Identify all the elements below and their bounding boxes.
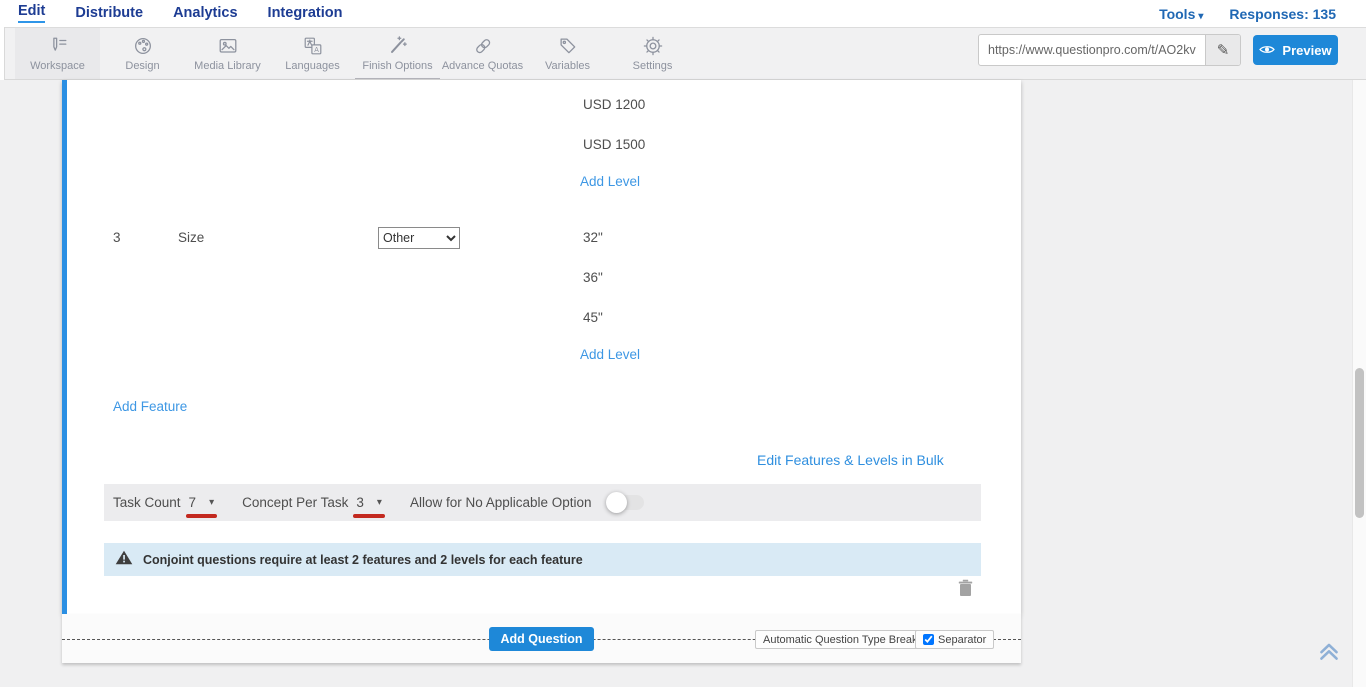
add-feature-link[interactable]: Add Feature (113, 399, 187, 415)
feature3-level-1[interactable]: 32" (583, 230, 603, 246)
separator-label: Separator (938, 634, 986, 646)
task-count-value: 7 (189, 495, 197, 510)
feature3-type-select[interactable]: Other (378, 227, 460, 249)
feature3-level-2[interactable]: 36" (583, 270, 603, 286)
toolbar-item-label: Settings (633, 60, 673, 72)
toolbar-item-label: Media Library (194, 60, 261, 72)
toolbar-item-languages[interactable]: A Languages (270, 28, 355, 79)
survey-url-input[interactable] (979, 35, 1205, 65)
tab-analytics[interactable]: Analytics (173, 6, 237, 21)
chevron-down-icon: ▾ (377, 497, 382, 508)
survey-url-box: ✎ (978, 34, 1241, 66)
design-palette-icon (132, 35, 154, 57)
question-footer-strip: Add Question Automatic Question Type Bre… (62, 614, 1021, 663)
languages-icon: A (302, 35, 324, 57)
feature2-level-2[interactable]: USD 1500 (583, 137, 645, 153)
toolbar-item-label: Advance Quotas (442, 60, 523, 72)
red-annotation-underline (186, 514, 218, 518)
warning-triangle-icon (115, 550, 133, 570)
tab-edit[interactable]: Edit (18, 4, 45, 23)
preview-label: Preview (1282, 43, 1331, 58)
conjoint-question-card: USD 1200 USD 1500 Add Level 3 Size Other… (62, 80, 1021, 614)
pencil-icon: ✎ (1217, 41, 1230, 59)
conjoint-options-bar: Task Count 7 ▾ Concept Per Task 3 ▾ Allo… (104, 484, 981, 521)
responses-link[interactable]: Responses: 135 (1229, 6, 1336, 22)
toolbar-item-label: Design (125, 60, 159, 72)
top-nav: Edit Distribute Analytics Integration To… (0, 0, 1366, 27)
auto-question-type-break-badge[interactable]: Automatic Question Type Break (755, 630, 926, 649)
concept-per-task-label: Concept Per Task (242, 495, 348, 510)
toolbar-item-label: Languages (285, 60, 339, 72)
workspace-icon (47, 35, 69, 57)
toolbar-item-media-library[interactable]: Media Library (185, 28, 270, 79)
concept-per-task-dropdown[interactable]: 3 ▾ (356, 495, 382, 510)
tab-distribute[interactable]: Distribute (75, 6, 143, 21)
toggle-knob (606, 492, 627, 513)
tab-integration[interactable]: Integration (268, 6, 343, 21)
tools-menu[interactable]: Tools▾ (1159, 6, 1203, 22)
feature2-level-1[interactable]: USD 1200 (583, 97, 645, 113)
warning-text: Conjoint questions require at least 2 fe… (143, 553, 583, 567)
magic-wand-icon (387, 35, 409, 57)
add-question-button[interactable]: Add Question (489, 627, 595, 651)
preview-button[interactable]: Preview (1253, 35, 1338, 65)
task-count-label: Task Count (113, 495, 181, 510)
media-library-icon (217, 35, 239, 57)
feature3-index: 3 (113, 230, 121, 246)
chevron-down-icon: ▾ (209, 497, 214, 508)
concept-per-task-value: 3 (356, 495, 364, 510)
vertical-scrollbar-track[interactable] (1352, 80, 1366, 687)
add-level-link-feature2[interactable]: Add Level (580, 174, 640, 190)
gear-icon (642, 35, 664, 57)
toolbar-item-variables[interactable]: Variables (525, 28, 610, 79)
questionpro-survey-editor: Edit Distribute Analytics Integration To… (0, 0, 1366, 687)
toolbar-item-label: Variables (545, 60, 590, 72)
eye-icon (1259, 43, 1275, 58)
delete-question-button[interactable] (958, 579, 973, 597)
toolbar-item-advance-quotas[interactable]: Advance Quotas (440, 28, 525, 79)
bulk-edit-link[interactable]: Edit Features & Levels in Bulk (757, 452, 944, 468)
no-applicable-toggle[interactable] (608, 495, 644, 510)
chain-link-icon (472, 35, 494, 57)
task-count-dropdown[interactable]: 7 ▾ (189, 495, 215, 510)
edit-url-button[interactable]: ✎ (1205, 35, 1240, 65)
toolbar-item-finish-options[interactable]: Finish Options (355, 28, 440, 79)
trash-icon (958, 584, 973, 601)
scroll-to-top-button[interactable] (1315, 637, 1343, 665)
toolbar-item-settings[interactable]: Settings (610, 28, 695, 79)
conjoint-warning-banner: Conjoint questions require at least 2 fe… (104, 543, 981, 576)
nav-right-group: Tools▾ Responses: 135 (1159, 6, 1336, 22)
toolbar-item-label: Finish Options (362, 60, 432, 72)
red-annotation-underline (353, 514, 385, 518)
feature3-level-3[interactable]: 45" (583, 310, 603, 326)
separator-checkbox[interactable] (923, 634, 934, 645)
no-applicable-label: Allow for No Applicable Option (410, 495, 592, 510)
feature3-name[interactable]: Size (178, 230, 204, 246)
toolbar-item-workspace[interactable]: Workspace (15, 28, 100, 79)
separator-toggle[interactable]: Separator (915, 630, 994, 649)
toolbar-left-edge (0, 27, 5, 80)
tag-icon (557, 35, 579, 57)
add-level-link-feature3[interactable]: Add Level (580, 347, 640, 363)
toolbar-item-label: Workspace (30, 60, 85, 72)
vertical-scrollbar-thumb[interactable] (1355, 368, 1364, 518)
svg-text:A: A (314, 47, 319, 54)
chevron-down-icon: ▾ (1198, 11, 1203, 22)
toolbar-item-design[interactable]: Design (100, 28, 185, 79)
double-chevron-up-icon (1315, 652, 1343, 669)
